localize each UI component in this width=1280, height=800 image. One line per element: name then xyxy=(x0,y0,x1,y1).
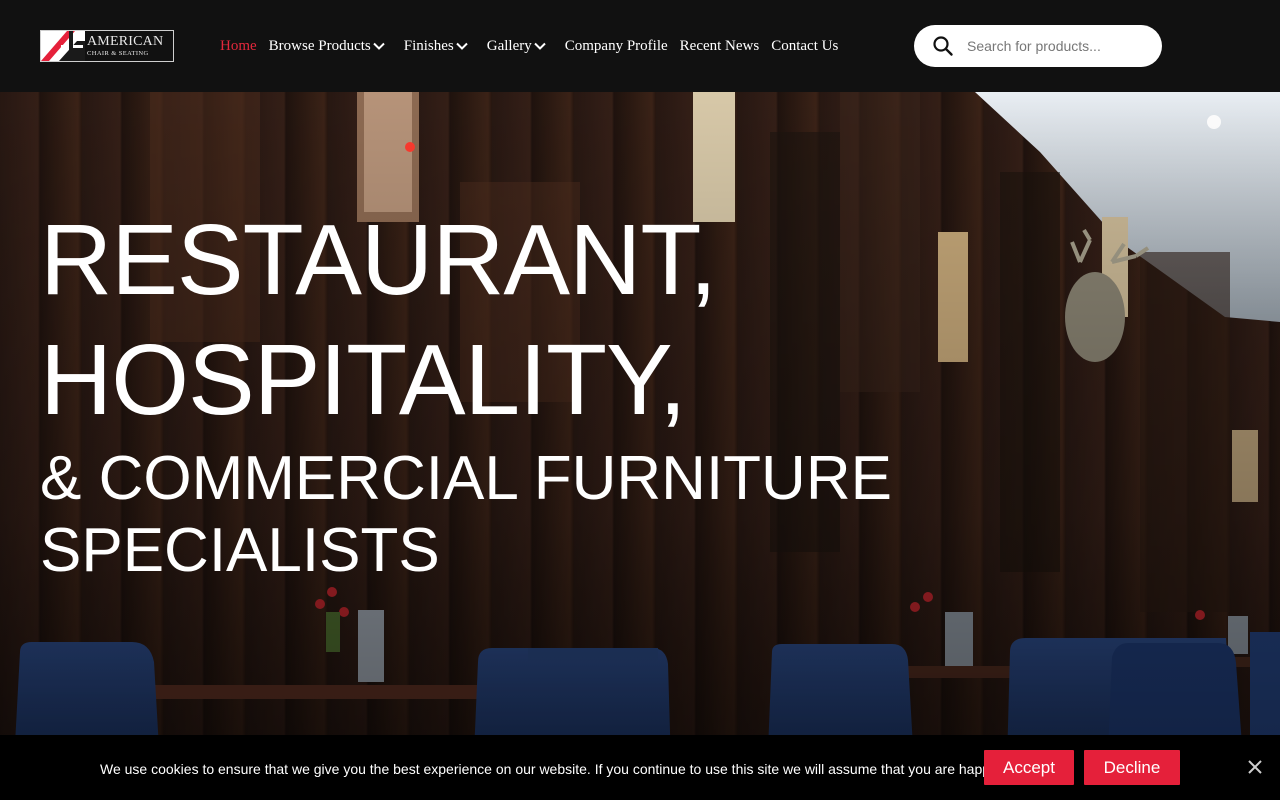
nav-home[interactable]: Home xyxy=(220,38,257,55)
nav-recent-news[interactable]: Recent News xyxy=(680,38,760,55)
site-logo[interactable]: AMERICAN CHAIR & SEATING xyxy=(40,30,174,62)
chevron-down-icon xyxy=(534,42,546,50)
nav-browse-products-label: Browse Products xyxy=(268,37,371,54)
nav-recent-news-label: Recent News xyxy=(679,37,760,54)
cookie-banner: We use cookies to ensure that we give yo… xyxy=(0,735,1280,800)
nav-contact-us-label: Contact Us xyxy=(771,37,839,54)
hero-banner: RESTAURANT, HOSPITALITY, & COMMERCIAL FU… xyxy=(0,92,1280,800)
chevron-down-icon xyxy=(456,42,468,50)
logo-line2: CHAIR & SEATING xyxy=(87,49,149,57)
nav-finishes[interactable]: Finishes xyxy=(404,38,469,55)
nav-gallery-label: Gallery xyxy=(486,37,532,54)
hero-heading-line2: HOSPITALITY, xyxy=(40,324,687,436)
decline-button[interactable]: Decline xyxy=(1084,750,1180,785)
hero-subheading-line2: SPECIALISTS xyxy=(40,516,440,585)
search-input[interactable] xyxy=(967,38,1157,54)
hero-subheading-line1: & COMMERCIAL FURNITURE xyxy=(40,444,892,513)
nav-gallery[interactable]: Gallery xyxy=(487,38,547,55)
logo-line1: AMERICAN xyxy=(87,33,164,49)
nav-company-profile[interactable]: Company Profile xyxy=(565,38,668,55)
hero-heading-line1: RESTAURANT, xyxy=(40,204,717,316)
nav-browse-products[interactable]: Browse Products xyxy=(269,38,386,55)
nav-contact-us[interactable]: Contact Us xyxy=(771,38,838,55)
site-header: AMERICAN CHAIR & SEATING Home Browse Pro… xyxy=(0,0,1280,92)
search-icon[interactable] xyxy=(932,35,954,57)
close-icon[interactable] xyxy=(1247,759,1263,775)
cookie-message: We use cookies to ensure that we give yo… xyxy=(100,761,1041,777)
accept-button[interactable]: Accept xyxy=(984,750,1074,785)
chevron-down-icon xyxy=(373,42,385,50)
logo-mark xyxy=(41,31,85,61)
nav-company-profile-label: Company Profile xyxy=(564,37,668,54)
nav-finishes-label: Finishes xyxy=(403,37,454,54)
logo-text: AMERICAN CHAIR & SEATING xyxy=(87,33,164,58)
main-nav: Home Browse Products Finishes Gallery Co… xyxy=(220,0,838,92)
search-box xyxy=(914,25,1162,67)
nav-home-label: Home xyxy=(220,37,257,54)
